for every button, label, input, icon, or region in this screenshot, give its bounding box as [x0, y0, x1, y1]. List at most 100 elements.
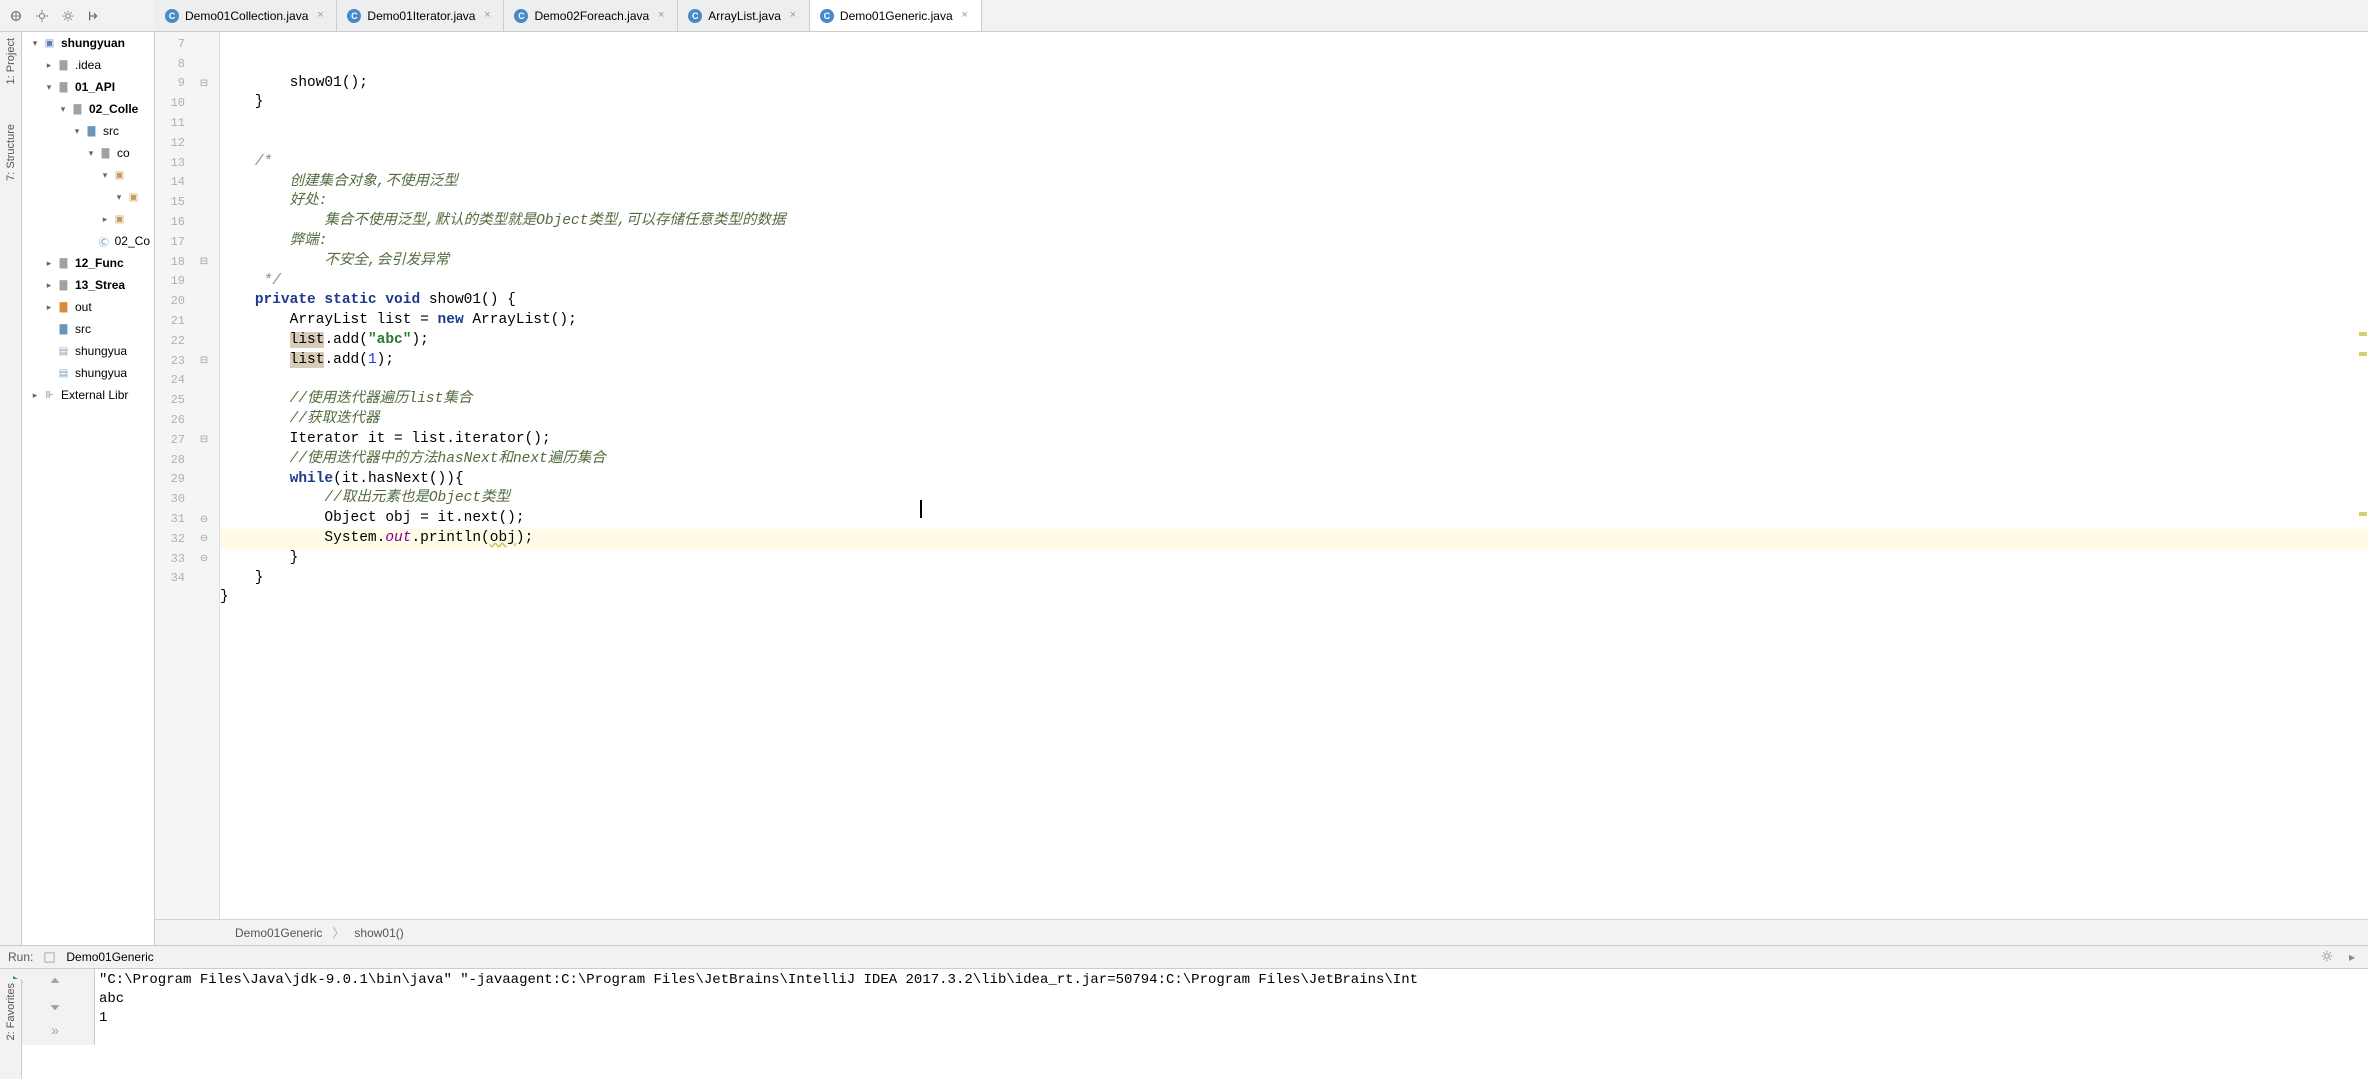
file-tab[interactable]: CArrayList.java× — [678, 0, 810, 31]
line-number: 23 — [155, 354, 185, 368]
file-tab[interactable]: CDemo02Foreach.java× — [504, 0, 678, 31]
fold-icon[interactable]: ⊖ — [189, 553, 219, 564]
file-tab[interactable]: CDemo01Iterator.java× — [337, 0, 504, 31]
code-line[interactable]: } — [220, 588, 2368, 608]
tree-node[interactable]: ▸▇12_Func — [22, 252, 154, 274]
file-tab[interactable]: CDemo01Collection.java× — [155, 0, 337, 31]
expand-arrow-icon[interactable]: ▾ — [42, 82, 56, 93]
tree-node[interactable]: ▤shungyua — [22, 340, 154, 362]
fold-icon[interactable]: ⊟ — [189, 355, 219, 366]
code-line[interactable]: } — [220, 569, 2368, 589]
expand-arrow-icon[interactable]: ▸ — [98, 214, 112, 225]
expand-arrow-icon[interactable]: ▸ — [42, 302, 56, 313]
code-line[interactable] — [220, 133, 2368, 153]
code-line[interactable] — [220, 608, 2368, 628]
tree-node[interactable]: ▾▣ — [22, 164, 154, 186]
tab-label: Demo01Generic.java — [840, 9, 953, 23]
code-line[interactable]: //获取迭代器 — [220, 410, 2368, 430]
expand-arrow-icon[interactable]: ▾ — [98, 170, 112, 181]
fold-icon[interactable]: ⊟ — [189, 78, 219, 89]
project-tool-tab[interactable]: 1: Project — [5, 38, 17, 84]
favorites-tool-tab[interactable]: 2: Favorites — [5, 983, 17, 1040]
tree-node[interactable]: ▤shungyua — [22, 362, 154, 384]
fold-icon[interactable]: ⊖ — [189, 533, 219, 544]
package-icon: ▣ — [112, 212, 127, 227]
code-line[interactable]: /* — [220, 153, 2368, 173]
fold-icon[interactable]: ⊖ — [189, 514, 219, 525]
code-editor[interactable]: 789⊟101112131415161718⊟1920212223⊟242526… — [155, 32, 2368, 919]
close-icon[interactable]: × — [959, 10, 971, 22]
code-line[interactable]: 好处: — [220, 192, 2368, 212]
run-more-icon-2[interactable]: » — [46, 1021, 64, 1039]
gear-icon[interactable] — [60, 8, 76, 24]
fold-icon[interactable]: ⊟ — [189, 256, 219, 267]
code-line[interactable]: ArrayList list = new ArrayList(); — [220, 311, 2368, 331]
expand-arrow-icon[interactable]: ▾ — [112, 192, 126, 203]
code-line[interactable] — [220, 371, 2368, 391]
breadcrumb-method[interactable]: show01() — [354, 926, 403, 940]
code-line[interactable]: 不安全,会引发异常 — [220, 252, 2368, 272]
code-body[interactable]: show01(); } /* 创建集合对象,不使用泛型 好处: 集合不使用泛型,… — [220, 32, 2368, 919]
code-line[interactable]: 创建集合对象,不使用泛型 — [220, 173, 2368, 193]
structure-tool-tab[interactable]: 7: Structure — [5, 124, 17, 181]
code-line[interactable]: //使用迭代器中的方法hasNext和next遍历集合 — [220, 450, 2368, 470]
code-line[interactable]: 弊端: — [220, 232, 2368, 252]
code-line[interactable]: //取出元素也是Object类型 — [220, 489, 2368, 509]
tree-label: External Libr — [61, 388, 128, 402]
close-icon[interactable]: × — [655, 10, 667, 22]
folder-icon: ▇ — [56, 256, 71, 271]
run-settings-icon[interactable] — [2320, 949, 2334, 966]
project-tree[interactable]: ▾▣shungyuan▸▇.idea▾▇01_API▾▇02_Colle▾▇sr… — [22, 32, 155, 945]
code-line[interactable]: while(it.hasNext()){ — [220, 470, 2368, 490]
expand-arrow-icon[interactable]: ▾ — [56, 104, 70, 115]
code-line[interactable]: 集合不使用泛型,默认的类型就是Object类型,可以存储任意类型的数据 — [220, 212, 2368, 232]
tree-node[interactable]: ▾▇02_Colle — [22, 98, 154, 120]
code-line[interactable]: Iterator it = list.iterator(); — [220, 430, 2368, 450]
close-icon[interactable]: × — [314, 10, 326, 22]
tree-node[interactable]: ▸▣ — [22, 208, 154, 230]
expand-arrow-icon[interactable]: ▾ — [84, 148, 98, 159]
close-icon[interactable]: × — [481, 10, 493, 22]
tree-node[interactable]: ▾▇co — [22, 142, 154, 164]
expand-arrow-icon[interactable]: ▸ — [42, 280, 56, 291]
collapse-all-icon[interactable] — [8, 8, 24, 24]
error-stripe[interactable] — [2358, 32, 2368, 919]
run-config-name[interactable]: Demo01Generic — [66, 950, 153, 964]
code-line[interactable]: } — [220, 93, 2368, 113]
tree-node[interactable]: ▾▣shungyuan — [22, 32, 154, 54]
up-stack-icon[interactable] — [46, 973, 64, 991]
tree-node[interactable]: ▸⊪External Libr — [22, 384, 154, 406]
tree-node[interactable]: ▾▇01_API — [22, 76, 154, 98]
fold-icon[interactable]: ⊟ — [189, 434, 219, 445]
tree-node[interactable]: ▾▇src — [22, 120, 154, 142]
expand-arrow-icon[interactable]: ▸ — [42, 60, 56, 71]
hide-icon[interactable] — [86, 8, 102, 24]
code-line[interactable]: Object obj = it.next(); — [220, 509, 2368, 529]
code-line[interactable]: */ — [220, 272, 2368, 292]
tree-node[interactable]: Ⓒ02_Co — [22, 230, 154, 252]
tree-node[interactable]: ▇src — [22, 318, 154, 340]
code-line[interactable]: //使用迭代器遍历list集合 — [220, 390, 2368, 410]
breadcrumb-class[interactable]: Demo01Generic — [235, 926, 322, 940]
tree-node[interactable]: ▸▇13_Strea — [22, 274, 154, 296]
expand-arrow-icon[interactable]: ▾ — [70, 126, 84, 137]
code-line[interactable]: list.add(1); — [220, 351, 2368, 371]
down-stack-icon[interactable] — [46, 997, 64, 1015]
tree-node[interactable]: ▸▇.idea — [22, 54, 154, 76]
code-line[interactable] — [220, 113, 2368, 133]
code-line[interactable]: private static void show01() { — [220, 291, 2368, 311]
target-icon[interactable] — [34, 8, 50, 24]
expand-arrow-icon[interactable]: ▾ — [28, 38, 42, 49]
tree-node[interactable]: ▾▣ — [22, 186, 154, 208]
expand-arrow-icon[interactable]: ▸ — [42, 258, 56, 269]
code-line[interactable]: show01(); — [220, 74, 2368, 94]
file-tab[interactable]: CDemo01Generic.java× — [810, 0, 982, 31]
code-line[interactable]: System.out.println(obj); — [220, 529, 2368, 549]
code-line[interactable]: list.add("abc"); — [220, 331, 2368, 351]
console-output[interactable]: "C:\Program Files\Java\jdk-9.0.1\bin\jav… — [95, 969, 2368, 1045]
code-line[interactable]: } — [220, 549, 2368, 569]
close-icon[interactable]: × — [787, 10, 799, 22]
expand-arrow-icon[interactable]: ▸ — [28, 390, 42, 401]
run-hide-icon[interactable]: ▸ — [2344, 949, 2360, 965]
tree-node[interactable]: ▸▇out — [22, 296, 154, 318]
